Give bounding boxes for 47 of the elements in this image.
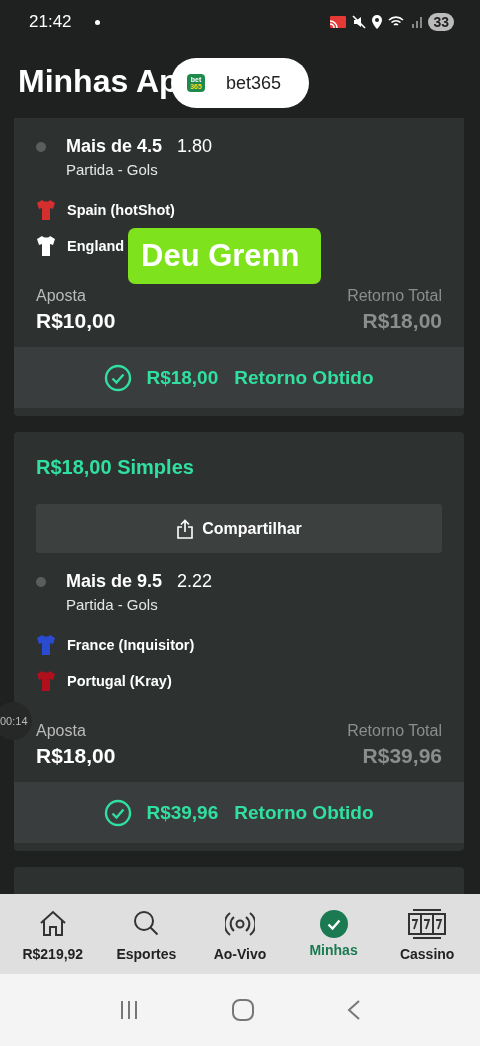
nav-tab[interactable]: Cassino xyxy=(382,908,473,970)
return-label: Retorno Total xyxy=(347,287,442,305)
stake-label: Aposta xyxy=(36,287,87,305)
share-icon xyxy=(176,518,195,539)
slot-machine-icon xyxy=(407,908,448,940)
team-name: England xyxy=(67,238,125,254)
odds-value: 2.22 xyxy=(177,571,213,592)
location-icon xyxy=(371,15,384,29)
sticker-label: Deu Grenn xyxy=(128,228,321,284)
check-circle-icon xyxy=(318,908,349,940)
team-name: France (Inquisitor) xyxy=(67,637,195,653)
market-name: Mais de 4.5 xyxy=(66,136,163,157)
market-name: Mais de 9.5 xyxy=(66,571,163,592)
mute-icon xyxy=(352,15,367,29)
cast-icon xyxy=(329,15,348,29)
result-amount: R$39,96 xyxy=(146,801,219,824)
market-type: Partida - Gols xyxy=(66,161,159,178)
home-button-icon xyxy=(231,998,255,1022)
nav-tab[interactable]: Ao-Vivo xyxy=(195,908,285,970)
return-label: Retorno Total xyxy=(347,722,442,740)
market-type: Partida - Gols xyxy=(66,596,159,613)
stake-amount: R$18,00 xyxy=(36,744,116,768)
share-button[interactable]: Compartilhar xyxy=(36,504,442,553)
result-label: Retorno Obtido xyxy=(234,366,374,389)
nav-tab[interactable]: R$219,92 xyxy=(7,908,98,970)
return-amount: R$18,00 xyxy=(362,309,442,333)
signal-icon xyxy=(411,15,424,29)
battery-level: 33 xyxy=(428,13,454,31)
odds-value: 1.80 xyxy=(177,136,213,157)
stake-label: Aposta xyxy=(36,722,87,740)
status-dot-icon xyxy=(36,577,46,587)
nav-tab[interactable]: Minhas xyxy=(288,908,379,970)
check-circle-icon xyxy=(104,798,133,827)
result-amount: R$18,00 xyxy=(146,366,219,389)
return-amount: R$39,96 xyxy=(362,744,442,768)
video-timer: 00:14 xyxy=(0,702,32,740)
team-name: Spain (hotShot) xyxy=(67,202,175,218)
team-name: Portugal (Kray) xyxy=(67,673,172,689)
status-dot-icon xyxy=(36,142,46,152)
bet-heading: R$18,00 Simples xyxy=(36,455,195,480)
nav-tab[interactable]: Esportes xyxy=(101,908,192,970)
notification-dot xyxy=(94,19,100,25)
clock-time: 21:42 xyxy=(29,12,72,32)
stake-amount: R$10,00 xyxy=(36,309,116,333)
check-circle-icon xyxy=(104,363,133,392)
toast-label: bet365 xyxy=(226,72,282,94)
result-label: Retorno Obtido xyxy=(234,801,374,824)
